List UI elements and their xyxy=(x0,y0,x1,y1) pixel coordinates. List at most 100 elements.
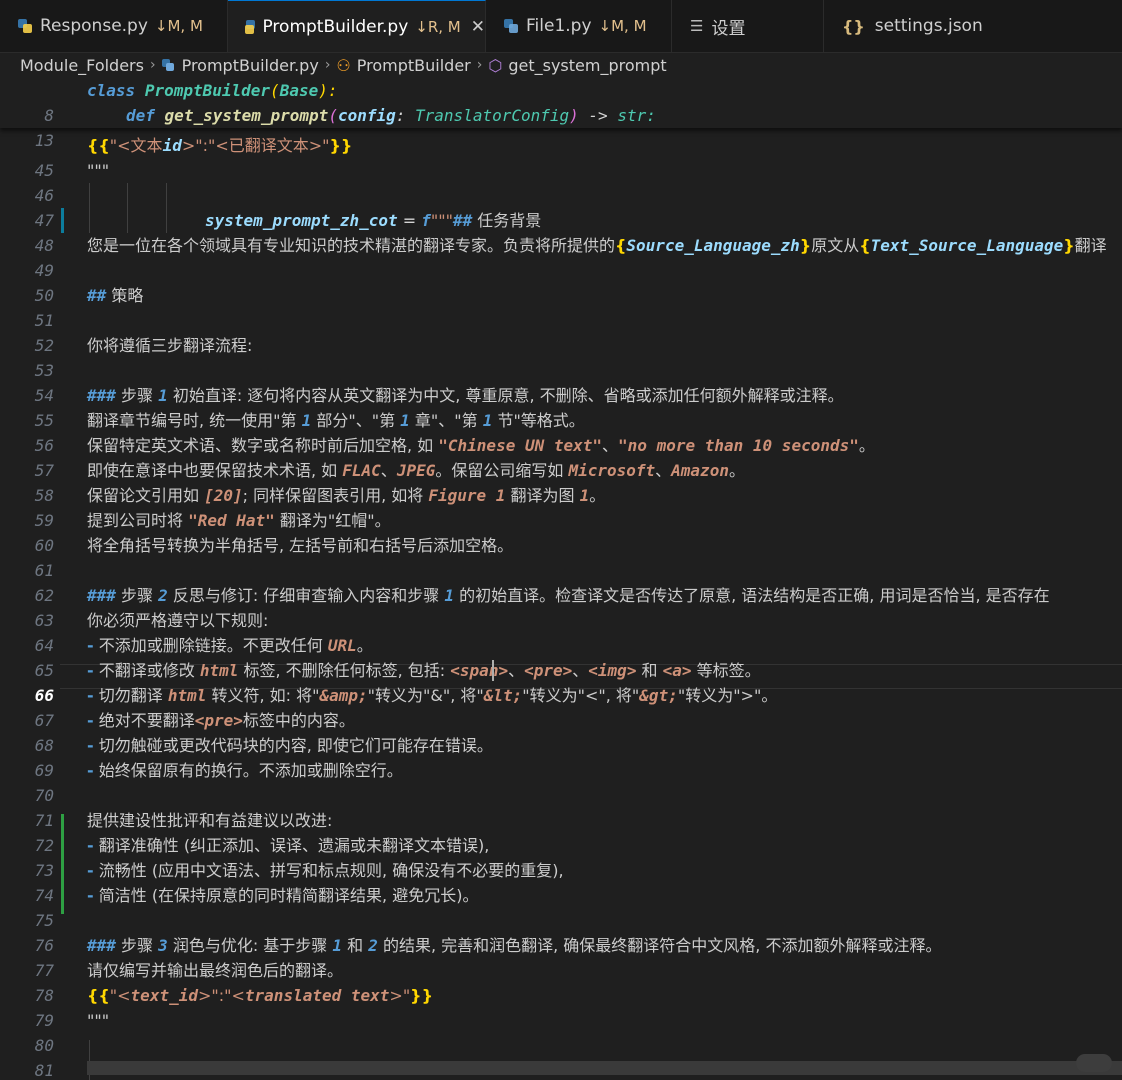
code-text: 、 xyxy=(655,461,672,480)
paren: ( xyxy=(328,106,338,125)
code-line[interactable]: 52 xyxy=(0,308,1122,355)
code-text: 。 xyxy=(589,486,606,505)
code-text: 提到公司时将 xyxy=(87,511,189,530)
code-line[interactable]: 65 - 不添加或删除链接。不更改任何 URL。 xyxy=(0,633,1122,680)
number: 2 xyxy=(158,586,168,605)
emphasis: translated text xyxy=(244,986,390,1005)
code-line[interactable]: 71 xyxy=(0,783,1122,830)
emphasis: <img> xyxy=(588,661,637,680)
list-marker: - xyxy=(87,711,94,730)
tab-response-py[interactable]: Response.py ↓M, M xyxy=(0,0,228,52)
chevron-right-icon: › xyxy=(476,57,483,73)
code-line[interactable]: 50 xyxy=(0,258,1122,305)
code-line[interactable]: 69 - 切勿触碰或更改代码块的内容, 即使它们可能存在错误。 xyxy=(0,733,1122,780)
emphasis: html xyxy=(199,661,239,680)
number: 2 xyxy=(368,936,378,955)
code-line[interactable]: 54 xyxy=(0,358,1122,405)
emphasis: FLAC xyxy=(342,461,381,480)
code-text: 、 xyxy=(602,436,619,455)
horizontal-scrollbar[interactable] xyxy=(87,1061,1122,1075)
code-text: 标签, 不删除任何标签, 包括: xyxy=(238,661,451,680)
code-line[interactable]: 57 保留特定英文术语、数字或名称时前后加空格, 如 "Chinese UN t… xyxy=(0,433,1122,480)
code-line[interactable]: 47 xyxy=(0,183,1122,230)
code-line[interactable]: 78 请仅编写并输出最终润色后的翻译。 xyxy=(0,958,1122,1005)
code-line[interactable]: 79 {{"<text_id>":"<translated text>"}} xyxy=(0,983,1122,1030)
code-line[interactable]: 77 ### 步骤 3 润色与优化: 基于步骤 1 和 2 的结果, 完善和润色… xyxy=(0,933,1122,980)
emphasis: &gt; xyxy=(639,686,678,705)
code-line[interactable]: 45 {{"<文本id>":"<已翻译文本>"}} xyxy=(0,133,1122,180)
code-text: 原文从 xyxy=(811,236,860,255)
code-line[interactable]: 73 - 翻译准确性 (纠正添加、误译、遗漏或未翻译文本错误), xyxy=(0,833,1122,880)
code-line[interactable]: 60 提到公司时将 "Red Hat" 翻译为"红帽"。 xyxy=(0,508,1122,555)
emphasis: <span> xyxy=(450,661,509,680)
emphasis: "Red Hat" xyxy=(188,511,275,530)
emphasis: [20] xyxy=(204,486,243,505)
tab-label: settings.json xyxy=(874,16,983,36)
list-marker: - xyxy=(87,836,94,855)
code-text: 绝对不要翻译 xyxy=(93,711,195,730)
breadcrumb-file[interactable]: PromptBuilder.py xyxy=(182,56,319,75)
breadcrumb-method[interactable]: get_system_prompt xyxy=(508,56,666,75)
code-text: 。 xyxy=(858,436,875,455)
code-editor[interactable]: 8 class PromptBuilder(Base): 13 def get_… xyxy=(0,78,1122,1080)
code-line[interactable]: 74 - 流畅性 (应用中文语法、拼写和标点规则, 确保没有不必要的重复), xyxy=(0,858,1122,905)
code-text: "转义为">"。 xyxy=(677,686,778,705)
code-text: "转义为"<", 将" xyxy=(522,686,640,705)
sticky-line-class[interactable]: 8 class PromptBuilder(Base): xyxy=(0,78,1122,125)
code-line[interactable]: 58 即使在意译中也要保留技术术语, 如 FLAC、JPEG。保留公司缩写如 M… xyxy=(0,458,1122,505)
number: 1 xyxy=(332,936,343,955)
base-class: Base xyxy=(279,81,319,100)
tab-promptbuilder-py[interactable]: PromptBuilder.py ↓R, M ✕ xyxy=(228,0,486,52)
code-line[interactable]: 59 保留论文引用如 [20]; 同样保留图表引用, 如将 Figure 1 翻… xyxy=(0,483,1122,530)
tab-settings-ui[interactable]: ☰ 设置 xyxy=(672,0,824,52)
close-icon[interactable]: ✕ xyxy=(471,17,485,37)
tab-label: Response.py xyxy=(40,16,148,36)
code-line[interactable]: 81 xyxy=(0,1033,1122,1080)
markdown-heading: ## xyxy=(87,286,107,305)
code-line[interactable]: 70 - 始终保留原有的换行。不添加或删除空行。 xyxy=(0,758,1122,805)
code-line[interactable]: 51 ## 策略 xyxy=(0,283,1122,330)
code-line[interactable]: 80 """ xyxy=(0,1008,1122,1055)
code-line[interactable]: 62 xyxy=(0,558,1122,605)
function-name: get_system_prompt xyxy=(164,106,329,125)
code-line[interactable]: 46 """ xyxy=(0,158,1122,205)
string: "< xyxy=(109,986,131,1005)
sticky-line-method[interactable]: 13 def get_system_prompt(config: Transla… xyxy=(0,103,1122,150)
list-marker: - xyxy=(87,686,94,705)
code-text: 。 xyxy=(728,461,745,480)
code-line[interactable]: 55 ### 步骤 1 初始直译: 逐句将内容从英文翻译为中文, 尊重原意, 不… xyxy=(0,383,1122,430)
emphasis: <pre> xyxy=(524,661,573,680)
brace: {{ xyxy=(87,136,110,155)
variable-name: system_prompt_zh_cot xyxy=(205,211,398,230)
code-line[interactable]: 64 你必须严格遵守以下规则: xyxy=(0,608,1122,655)
code-line[interactable]: 75 - 简洁性 (在保持原意的同时精简翻译结果, 避免冗长)。 xyxy=(0,883,1122,930)
breadcrumb-folder[interactable]: Module_Folders xyxy=(20,56,144,75)
code-line[interactable]: 61 将全角括号转换为半角括号, 左括号前和右括号后添加空格。 xyxy=(0,533,1122,580)
param-name: config xyxy=(337,106,396,125)
breadcrumb-class[interactable]: PromptBuilder xyxy=(357,56,471,75)
emphasis: Microsoft xyxy=(568,461,656,480)
python-file-icon xyxy=(245,19,256,34)
class-symbol-icon: ⚇ xyxy=(336,55,351,75)
code-line[interactable]: 68 - 绝对不要翻译<pre>标签中的内容。 xyxy=(0,708,1122,755)
code-text: 简洁性 (在保持原意的同时精简翻译结果, 避免冗长)。 xyxy=(93,886,479,905)
keyword: class xyxy=(87,81,136,100)
code-line[interactable]: 63 ### 步骤 2 反思与修订: 仔细审查输入内容和步骤 1 的初始直译。检… xyxy=(0,583,1122,630)
emphasis: "Chinese UN text" xyxy=(438,436,603,455)
code-text: 翻译为图 xyxy=(505,486,580,505)
code-line[interactable]: 72 提供建设性批评和有益建议以改进: xyxy=(0,808,1122,855)
code-line[interactable]: 53 你将遵循三步翻译流程: xyxy=(0,333,1122,380)
code-line[interactable]: 56 翻译章节编号时, 统一使用"第 1 部分"、"第 1 章"、"第 1 节"… xyxy=(0,408,1122,455)
code-line[interactable]: 76 xyxy=(0,908,1122,955)
code-line-current[interactable]: 66 - 不翻译或修改 html 标签, 不删除任何标签, 包括: <span>… xyxy=(0,658,1122,705)
code-text: 章"、"第 xyxy=(409,411,483,430)
tab-file1-py[interactable]: File1.py ↓M, M xyxy=(486,0,672,52)
tab-settings-json[interactable]: {} settings.json xyxy=(824,0,1122,52)
emphasis: 1 xyxy=(579,486,590,505)
line-number: 13 xyxy=(34,131,54,150)
code-line[interactable]: 67 - 切勿翻译 html 转义符, 如: 将"&amp;"转义为"&", 将… xyxy=(0,683,1122,730)
sticky-scroll-header[interactable]: 8 class PromptBuilder(Base): 13 def get_… xyxy=(0,78,1122,150)
code-line[interactable]: 49 您是一位在各个领域具有专业知识的技术精湛的翻译专家。负责将所提供的{Sou… xyxy=(0,233,1122,280)
code-text: 部分"、"第 xyxy=(311,411,401,430)
code-line[interactable]: 48 system_prompt_zh_cot = f"""## 任务背景 xyxy=(0,208,1122,255)
